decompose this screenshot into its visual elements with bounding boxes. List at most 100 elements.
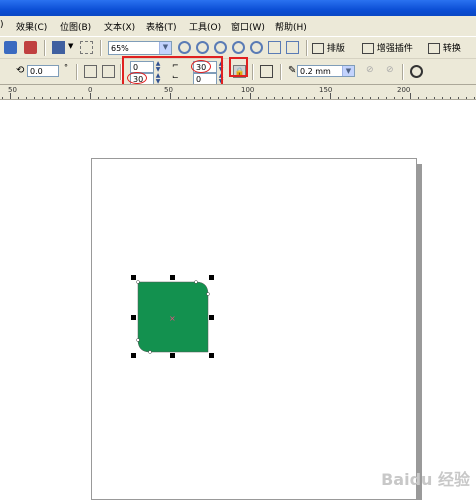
menu-item-text[interactable]: 文本(X) — [104, 20, 135, 33]
zoom-level-value: 65% — [111, 44, 129, 53]
ruler-tick — [242, 97, 243, 99]
center-mark-icon: × — [169, 314, 176, 323]
ruler-tick — [194, 97, 195, 99]
separator — [402, 64, 404, 80]
horizontal-ruler: 50 0 50 100 150 200 — [0, 84, 476, 100]
chevron-down-icon[interactable]: ▼ — [159, 42, 171, 54]
degree-symbol: ° — [64, 63, 68, 72]
break-apart-icon[interactable]: ⊘ — [386, 65, 399, 78]
layout-button-label: 排版 — [326, 44, 345, 54]
zoom-in-icon[interactable] — [178, 41, 191, 54]
lock-highlight — [229, 57, 248, 77]
wireframe-icon[interactable] — [410, 65, 423, 78]
export-icon[interactable] — [4, 41, 17, 54]
ruler-tick — [314, 97, 315, 99]
ruler-tick — [58, 97, 59, 99]
ruler-tick — [178, 97, 179, 99]
zoom-height-icon[interactable] — [286, 41, 299, 54]
ruler-tick — [74, 97, 75, 99]
separator — [76, 64, 78, 80]
ruler-tick — [346, 97, 347, 99]
ruler-tick — [386, 97, 387, 99]
selection-handle[interactable] — [209, 315, 214, 320]
ruler-tick — [282, 97, 283, 99]
convert-to-curves-icon[interactable]: ⊘ — [366, 65, 379, 78]
menu-item-edge[interactable]: ) — [0, 20, 4, 30]
enhance-plugin-label: 增强插件 — [376, 44, 413, 54]
ruler-tick — [50, 97, 51, 99]
convert-button-label: 转换 — [442, 44, 461, 54]
enhance-plugin-icon — [362, 43, 374, 54]
chevron-down-icon[interactable]: ▼ — [342, 66, 354, 76]
selection-handle[interactable] — [209, 275, 214, 280]
selection-handle[interactable] — [209, 353, 214, 358]
ruler-tick — [410, 93, 411, 99]
node-icon[interactable] — [136, 338, 140, 342]
ruler-tick — [90, 93, 91, 99]
ruler-tick — [170, 93, 171, 99]
application-launcher-icon[interactable] — [52, 41, 65, 54]
node-icon[interactable] — [194, 280, 198, 284]
ruler-tick — [130, 97, 131, 99]
menu-item-tools[interactable]: 工具(O) — [189, 20, 221, 33]
ruler-tick — [338, 97, 339, 99]
ruler-tick — [154, 97, 155, 99]
zoom-selected-icon[interactable] — [214, 41, 227, 54]
outline-width-select[interactable]: 0.2 mm ▼ — [297, 65, 355, 77]
selected-shape[interactable]: × — [130, 272, 220, 364]
zoom-out-icon[interactable] — [196, 41, 209, 54]
selection-handle[interactable] — [131, 275, 136, 280]
ruler-tick — [218, 97, 219, 99]
ruler-tick — [186, 97, 187, 99]
selection-handle[interactable] — [131, 315, 136, 320]
selection-handle[interactable] — [170, 353, 175, 358]
mirror-horizontal-icon[interactable] — [84, 65, 97, 78]
ruler-tick — [162, 97, 163, 99]
publish-icon[interactable] — [24, 41, 37, 54]
pen-icon: ✎ — [288, 65, 297, 76]
node-icon[interactable] — [148, 350, 152, 354]
ruler-tick — [234, 97, 235, 99]
zoom-page-icon[interactable] — [250, 41, 263, 54]
wrap-text-icon[interactable] — [260, 65, 273, 78]
ruler-tick — [370, 97, 371, 99]
ruler-tick — [274, 97, 275, 99]
menu-item-help[interactable]: 帮助(H) — [275, 20, 307, 33]
separator — [252, 64, 254, 80]
node-icon[interactable] — [136, 280, 140, 284]
ruler-tick — [402, 97, 403, 99]
welcome-screen-icon[interactable] — [80, 41, 93, 54]
menu-item-bitmap[interactable]: 位图(B) — [60, 20, 91, 33]
ruler-tick — [42, 97, 43, 99]
ruler-tick — [10, 93, 11, 99]
ruler-tick — [2, 97, 3, 99]
node-icon[interactable] — [206, 292, 210, 296]
zoom-width-icon[interactable] — [268, 41, 281, 54]
ruler-tick — [354, 97, 355, 99]
ruler-tick — [474, 97, 475, 99]
convert-button[interactable]: 转换 — [428, 41, 461, 54]
selection-handle[interactable] — [131, 353, 136, 358]
rotation-angle-input[interactable]: 0.0 — [27, 65, 59, 77]
ruler-tick — [266, 97, 267, 99]
ruler-tick — [258, 97, 259, 99]
ruler-label: 100 — [241, 86, 255, 94]
separator — [280, 64, 282, 80]
zoom-all-objects-icon[interactable] — [232, 41, 245, 54]
mirror-vertical-icon[interactable] — [102, 65, 115, 78]
separator — [306, 40, 308, 56]
enhance-plugin-button[interactable]: 增强插件 — [362, 41, 413, 54]
zoom-level-select[interactable]: 65% ▼ — [108, 41, 172, 55]
menu-item-effects[interactable]: 效果(C) — [16, 20, 47, 33]
ruler-label: 50 — [164, 86, 173, 94]
layout-button[interactable]: 排版 — [312, 41, 345, 54]
ruler-tick — [34, 97, 35, 99]
ruler-tick — [122, 97, 123, 99]
selection-handle[interactable] — [170, 275, 175, 280]
menu-item-table[interactable]: 表格(T) — [146, 20, 177, 33]
chevron-down-icon[interactable]: ▼ — [68, 42, 73, 50]
ruler-tick — [418, 97, 419, 99]
menu-item-window[interactable]: 窗口(W) — [231, 20, 265, 33]
rotation-angle-value: 0.0 — [30, 67, 43, 76]
menu-bar: ) 效果(C) 位图(B) 文本(X) 表格(T) 工具(O) 窗口(W) 帮助… — [0, 16, 476, 36]
